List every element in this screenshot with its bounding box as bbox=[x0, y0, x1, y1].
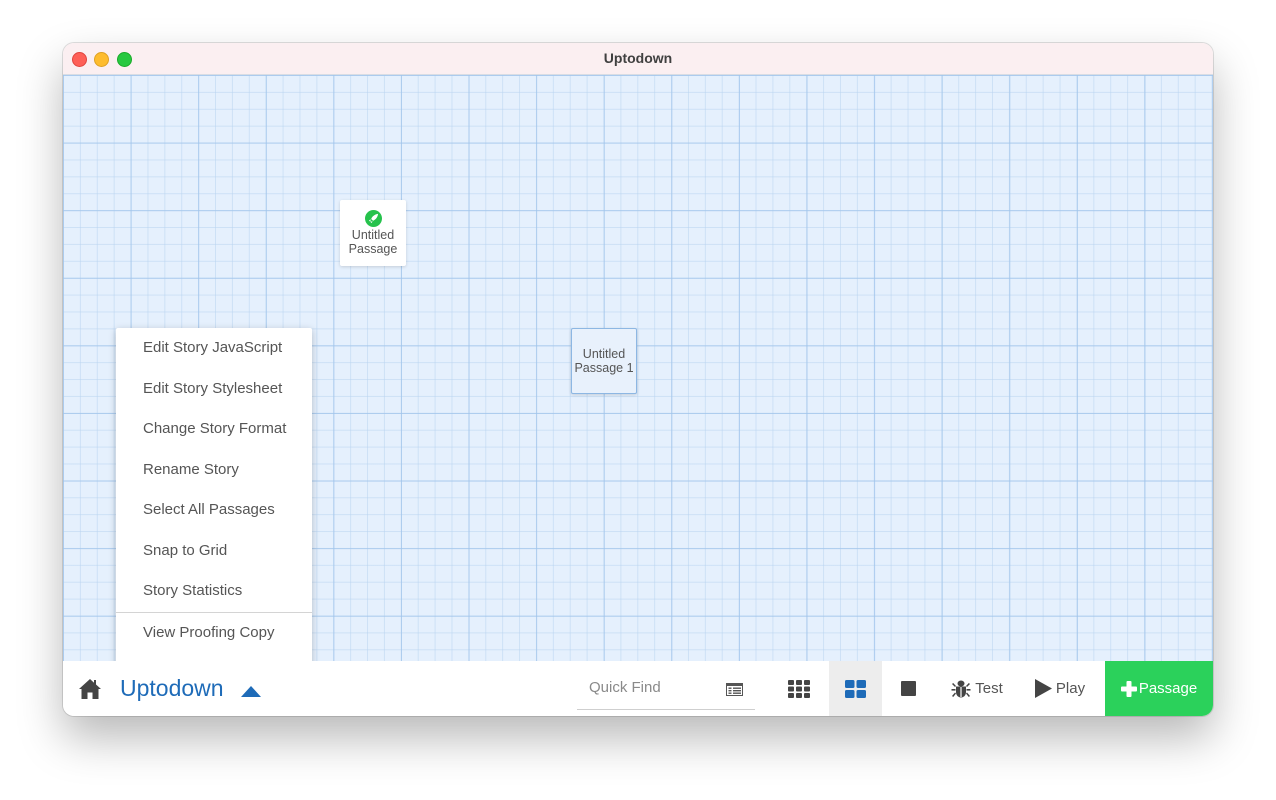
passage-title-line1: Untitled bbox=[582, 347, 626, 361]
plus-icon bbox=[1120, 680, 1137, 697]
add-passage-label: Passage bbox=[1138, 680, 1198, 697]
menu-item-snap-to-grid[interactable]: Snap to Grid bbox=[116, 531, 312, 572]
home-button[interactable] bbox=[78, 678, 102, 700]
story-map-canvas[interactable]: Untitled Passage Untitled Passage 1 Edit… bbox=[63, 75, 1213, 693]
passage-title-line2: Passage 1 bbox=[574, 361, 634, 375]
test-button[interactable]: Test bbox=[943, 661, 1011, 716]
caret-up-icon[interactable] bbox=[241, 684, 261, 702]
window-title: Uptodown bbox=[603, 50, 673, 66]
menu-item-change-format[interactable]: Change Story Format bbox=[116, 409, 312, 450]
story-library-menu-button[interactable]: Uptodown bbox=[120, 672, 224, 704]
title-bar: Uptodown bbox=[63, 43, 1213, 75]
play-icon bbox=[1034, 679, 1052, 698]
menu-item-story-statistics[interactable]: Story Statistics bbox=[116, 571, 312, 612]
bug-icon bbox=[951, 680, 971, 697]
view-large-passages-button[interactable] bbox=[885, 661, 931, 716]
rocket-icon bbox=[364, 210, 382, 227]
play-button[interactable]: Play bbox=[1029, 661, 1091, 716]
home-icon bbox=[79, 679, 101, 699]
menu-item-edit-stylesheet[interactable]: Edit Story Stylesheet bbox=[116, 369, 312, 410]
bottom-toolbar: Uptodown Quick Find Test Play Passage bbox=[63, 661, 1213, 716]
passage-card-selected[interactable]: Untitled Passage 1 bbox=[571, 328, 637, 394]
grid-small-icon bbox=[788, 679, 810, 698]
quick-find-field[interactable] bbox=[577, 669, 755, 710]
play-label: Play bbox=[1055, 680, 1086, 697]
view-small-passages-button[interactable] bbox=[775, 661, 823, 716]
view-medium-passages-button[interactable] bbox=[829, 661, 882, 716]
passage-title-line1: Untitled bbox=[351, 228, 395, 242]
quick-find-input[interactable] bbox=[587, 678, 721, 697]
app-window: Uptodown Untitled Passage Untitled Passa… bbox=[63, 43, 1213, 716]
menu-item-rename-story[interactable]: Rename Story bbox=[116, 450, 312, 491]
passage-title-line2: Passage bbox=[348, 242, 398, 256]
menu-item-edit-javascript[interactable]: Edit Story JavaScript bbox=[116, 328, 312, 369]
grid-large-icon bbox=[845, 679, 866, 698]
menu-item-select-all[interactable]: Select All Passages bbox=[116, 490, 312, 531]
test-label: Test bbox=[975, 680, 1003, 697]
square-icon bbox=[900, 681, 916, 696]
add-passage-button[interactable]: Passage bbox=[1105, 661, 1213, 716]
highlight-list-icon[interactable] bbox=[726, 683, 743, 701]
menu-item-view-proofing[interactable]: View Proofing Copy bbox=[116, 613, 312, 654]
story-menu: Edit Story JavaScript Edit Story Stylesh… bbox=[116, 328, 312, 693]
passage-card-start[interactable]: Untitled Passage bbox=[340, 200, 406, 266]
